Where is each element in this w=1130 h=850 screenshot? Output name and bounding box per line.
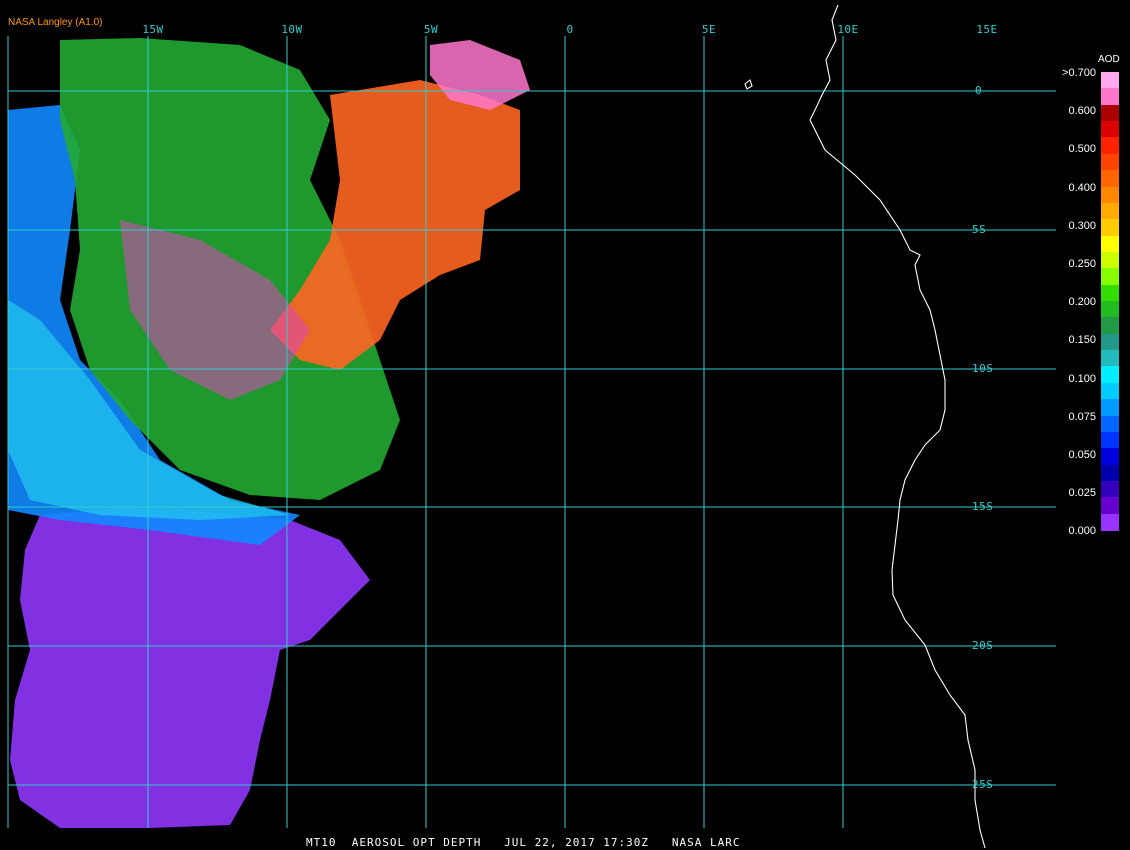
latitude-label: 0	[975, 84, 983, 97]
legend-value: 0.000	[1068, 525, 1096, 538]
legend-swatch	[1101, 186, 1119, 204]
aod-map	[7, 4, 1056, 849]
satellite-image-frame: NASA Langley (A1.0) 15W 10W 5W 0 5E 10E 15E 0 5…	[0, 0, 1130, 850]
longitude-label: 5W	[423, 23, 439, 36]
longitude-label: 5E	[701, 23, 717, 36]
legend-value: 0.600	[1068, 105, 1096, 118]
legend-value: 0.050	[1068, 449, 1096, 461]
legend-swatch	[1101, 513, 1119, 531]
latitude-label: 10S	[972, 362, 994, 375]
island	[744, 79, 753, 90]
legend-swatch	[1101, 301, 1119, 318]
coastline	[809, 4, 986, 849]
legend-swatch	[1101, 448, 1119, 466]
legend-swatch	[1101, 333, 1119, 351]
legend-value: 0.150	[1068, 334, 1096, 347]
footer-caption: MT10 AEROSOL OPT DEPTH JUL 22, 2017 17:3…	[306, 836, 741, 849]
legend-title: AOD	[1098, 54, 1120, 65]
legend-swatch	[1101, 202, 1119, 220]
legend-swatch	[1101, 219, 1119, 237]
longitude-label: 15E	[976, 23, 998, 36]
longitude-label: 0	[566, 23, 574, 36]
legend-swatch	[1101, 480, 1119, 498]
credit-label: NASA Langley (A1.0)	[8, 17, 103, 28]
legend-value: 0.100	[1068, 372, 1096, 385]
legend-value: 0.075	[1068, 410, 1096, 423]
legend-swatch	[1101, 251, 1119, 269]
legend-swatch	[1101, 235, 1119, 253]
longitude-label: 10E	[837, 23, 859, 36]
legend-swatch	[1101, 137, 1119, 155]
latitude-label: 25S	[972, 778, 994, 791]
legend-swatch	[1101, 153, 1119, 171]
latitude-label: 15S	[972, 500, 994, 513]
legend-swatch	[1101, 121, 1119, 139]
legend-swatch	[1101, 399, 1119, 417]
legend-swatch	[1101, 350, 1119, 368]
longitude-label: 10W	[281, 23, 303, 36]
legend-swatch	[1101, 382, 1119, 400]
legend-value: 0.300	[1068, 219, 1096, 232]
aod-field-layer	[8, 38, 530, 828]
legend-swatch	[1101, 284, 1119, 302]
legend-swatch	[1101, 464, 1119, 482]
latitude-label: 5S	[972, 223, 987, 236]
legend-value: 0.250	[1068, 258, 1096, 270]
latitude-label: 20S	[972, 639, 994, 652]
legend-value: 0.200	[1068, 296, 1096, 309]
legend-value: 0.500	[1068, 143, 1096, 156]
legend-swatch	[1101, 170, 1119, 188]
legend-swatch	[1101, 317, 1119, 335]
legend-value: 0.400	[1068, 181, 1096, 194]
legend-value: 0.025	[1068, 487, 1096, 500]
aod-region-low	[10, 508, 370, 828]
legend-swatch	[1101, 88, 1119, 106]
legend-value: >0.700	[1062, 67, 1096, 79]
legend-swatch	[1101, 497, 1119, 515]
legend-swatch	[1101, 72, 1119, 89]
longitude-label: 15W	[142, 23, 164, 36]
legend-swatch	[1101, 431, 1119, 449]
legend-swatch	[1101, 268, 1119, 286]
legend-swatch	[1101, 366, 1119, 384]
legend-swatch	[1101, 415, 1119, 433]
legend-swatch	[1101, 104, 1119, 122]
